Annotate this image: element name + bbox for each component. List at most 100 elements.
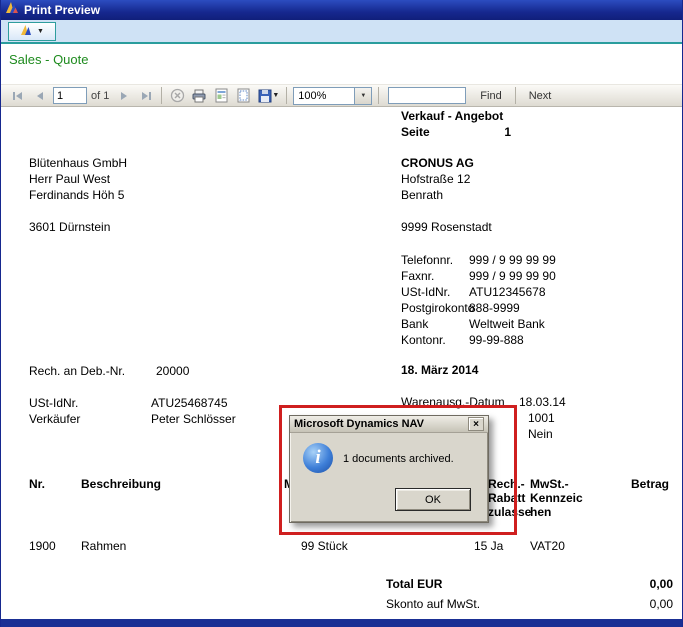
row-vat-code: VAT20 xyxy=(530,539,565,553)
col-header-nr: Nr. xyxy=(29,477,45,491)
menu-bar: ▼ xyxy=(1,20,682,44)
find-next-button[interactable]: Next xyxy=(520,88,561,104)
recipient-line: Herr Paul West xyxy=(29,172,110,186)
cancel-rendering-button[interactable] xyxy=(166,86,188,106)
row-description: Rahmen xyxy=(81,539,126,553)
company-street: Hofstraße 12 xyxy=(401,172,470,186)
order-number-value: 1001 xyxy=(528,411,555,425)
flag-value: Nein xyxy=(528,427,553,441)
previous-page-button[interactable] xyxy=(29,86,51,106)
page-title: Sales - Quote xyxy=(9,52,89,67)
salesperson-label: Verkäufer xyxy=(29,412,80,426)
contact-label: Telefonnr. xyxy=(401,253,453,267)
col-header-description: Beschreibung xyxy=(81,477,161,491)
vat-reg-value: ATU25468745 xyxy=(151,396,228,410)
row-quantity: 99 Stück xyxy=(301,539,348,553)
export-caret-icon: ▼ xyxy=(272,92,279,99)
contact-value: 99-99-888 xyxy=(469,333,524,347)
info-icon: i xyxy=(303,443,333,473)
total-label: Total EUR xyxy=(386,577,442,591)
search-input[interactable] xyxy=(388,87,466,104)
contact-label: Postgirokonto xyxy=(401,301,474,315)
chevron-down-icon: ▼ xyxy=(37,28,44,35)
previous-page-icon xyxy=(33,90,47,102)
next-page-icon xyxy=(117,90,131,102)
vat-reg-label: USt-IdNr. xyxy=(29,396,78,410)
company-district: Benrath xyxy=(401,188,443,202)
recipient-city: 3601 Dürnstein xyxy=(29,220,110,234)
next-page-button[interactable] xyxy=(113,86,135,106)
message-dialog: Microsoft Dynamics NAV × i 1 documents a… xyxy=(289,415,489,523)
find-button[interactable]: Find xyxy=(471,88,510,104)
nav-menu-button[interactable]: ▼ xyxy=(8,22,56,41)
contact-label: Kontonr. xyxy=(401,333,446,347)
recipient-line: Blütenhaus GmbH xyxy=(29,156,127,170)
col-header-amount: Betrag xyxy=(601,477,669,491)
col-header-discount-l2: Rabatt xyxy=(488,491,525,505)
print-preview-window: Print Preview ▼ Sales - Quote xyxy=(0,0,683,627)
col-header-discount-l1: Rech.- xyxy=(488,477,525,491)
page-setup-button[interactable] xyxy=(232,86,254,106)
window-bottom-border xyxy=(1,619,682,627)
zoom-value: 100% xyxy=(293,87,355,105)
col-header-vat-l2: Kennzeic xyxy=(530,491,583,505)
shipment-date-value: 18.03.14 xyxy=(519,395,566,409)
report-title: Verkauf - Angebot xyxy=(401,109,503,123)
print-layout-button[interactable] xyxy=(210,86,232,106)
cancel-icon xyxy=(170,88,185,103)
print-icon xyxy=(191,89,207,103)
row-discount: 15 Ja xyxy=(474,539,503,553)
shipment-date-label: Warenausg.-Datum xyxy=(401,395,505,409)
first-page-button[interactable] xyxy=(7,86,29,106)
contact-value: 999 / 9 99 99 99 xyxy=(469,253,556,267)
print-layout-icon xyxy=(214,88,229,103)
page-setup-icon xyxy=(236,88,251,103)
export-button[interactable]: ▼ xyxy=(254,86,282,106)
dialog-close-button[interactable]: × xyxy=(468,417,484,431)
toolbar-separator xyxy=(378,87,379,104)
last-page-button[interactable] xyxy=(135,86,157,106)
report-page-label: Seite xyxy=(401,125,430,139)
contact-value: ATU12345678 xyxy=(469,285,546,299)
toolbar-separator xyxy=(286,87,287,104)
contact-label: Bank xyxy=(401,317,428,331)
dialog-message: 1 documents archived. xyxy=(343,453,454,465)
toolbar-separator xyxy=(161,87,162,104)
col-header-vat-l1: MwSt.- xyxy=(530,477,569,491)
ok-button[interactable]: OK xyxy=(395,488,471,511)
page-number-input[interactable] xyxy=(53,87,87,104)
zoom-caret-icon: ▼ xyxy=(355,87,372,105)
save-export-icon xyxy=(257,88,272,103)
bill-to-value: 20000 xyxy=(156,364,189,378)
nav-logo-icon xyxy=(20,24,33,39)
app-logo-icon xyxy=(5,1,19,19)
report-page-number: 1 xyxy=(441,125,511,139)
toolbar-separator xyxy=(515,87,516,104)
window-titlebar: Print Preview xyxy=(1,0,682,20)
company-city: 9999 Rosenstadt xyxy=(401,220,492,234)
skonto-label: Skonto auf MwSt. xyxy=(386,597,480,611)
window-title: Print Preview xyxy=(24,3,100,17)
report-toolbar: of 1 xyxy=(1,84,682,107)
skonto-value: 0,00 xyxy=(601,597,673,611)
total-value: 0,00 xyxy=(601,577,673,591)
company-name: CRONUS AG xyxy=(401,156,474,170)
page-count-label: of 1 xyxy=(91,90,109,102)
print-button[interactable] xyxy=(188,86,210,106)
col-header-discount-l3: zulasse xyxy=(488,505,531,519)
contact-value: Weltweit Bank xyxy=(469,317,545,331)
col-header-vat-l3: hen xyxy=(530,505,551,519)
salesperson-value: Peter Schlösser xyxy=(151,412,236,426)
contact-value: 999 / 9 99 99 90 xyxy=(469,269,556,283)
zoom-select[interactable]: 100% ▼ xyxy=(293,87,372,105)
contact-value: 888-9999 xyxy=(469,301,520,315)
bill-to-label: Rech. an Deb.-Nr. xyxy=(29,364,125,378)
dialog-titlebar: Microsoft Dynamics NAV × xyxy=(290,416,488,433)
contact-label: USt-IdNr. xyxy=(401,285,450,299)
document-date: 18. März 2014 xyxy=(401,363,478,377)
dialog-title: Microsoft Dynamics NAV xyxy=(294,418,468,430)
first-page-icon xyxy=(11,90,25,102)
last-page-icon xyxy=(139,90,153,102)
row-item-no: 1900 xyxy=(29,539,56,553)
contact-label: Faxnr. xyxy=(401,269,434,283)
